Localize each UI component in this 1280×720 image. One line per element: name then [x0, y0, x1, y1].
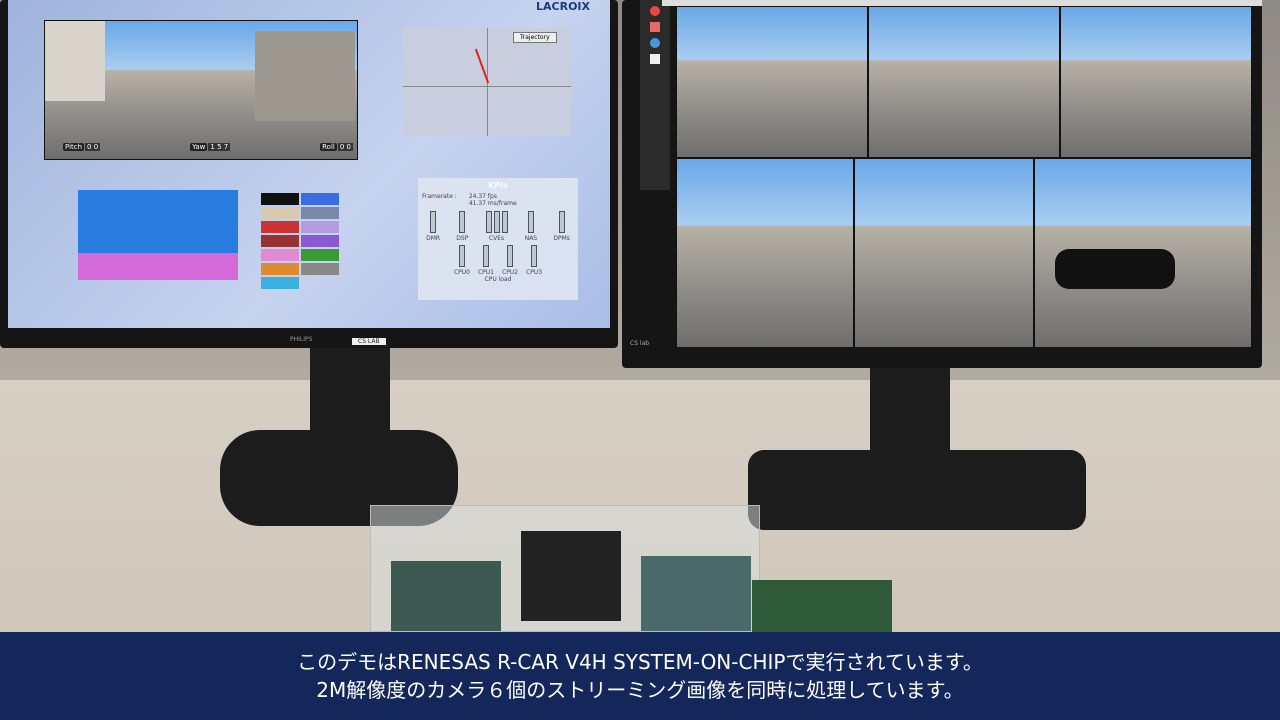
kpi-title: KPIs — [488, 181, 508, 190]
subtitle-line-1: このデモはRENESAS R-CAR V4H SYSTEM-ON-CHIPで実行… — [297, 650, 983, 674]
camera-grid — [676, 6, 1252, 348]
cpu-meter: CPU1 — [478, 245, 494, 276]
cpu-load-label: CPU load — [484, 276, 512, 283]
camera-view — [854, 158, 1034, 348]
segmentation-legend — [260, 192, 340, 290]
yaw-readout: Yaw 1 5 7 — [190, 143, 231, 151]
unit-meter: DSP — [456, 211, 468, 242]
fps-value: 24.37 fps — [468, 193, 497, 200]
right-monitor-base — [748, 450, 1086, 530]
right-monitor-sticker: CS lab — [630, 340, 650, 347]
framerate-label: Framerate : — [422, 193, 457, 200]
camera-view — [868, 6, 1060, 158]
kpi-panel: KPIs Framerate : 24.37 fps 41.37 ms/frame… — [418, 178, 578, 300]
unit-meter: DMR — [426, 211, 440, 242]
left-monitor: LACROIX Pitch 0 0 Yaw 1 5 7 Roll 0 0 Trajec… — [0, 0, 618, 348]
unit-meter: CVEs — [485, 211, 509, 242]
acrylic-case — [370, 505, 760, 632]
subtitle-bar: このデモはRENESAS R-CAR V4H SYSTEM-ON-CHIPで実行… — [0, 632, 1280, 720]
app-dock — [640, 0, 670, 190]
camera-view — [1034, 158, 1252, 348]
left-monitor-sticker: CS LAB — [352, 338, 386, 345]
cooling-fan — [521, 531, 621, 621]
left-monitor-brand: PHILIPS — [290, 336, 313, 343]
camera-view — [676, 6, 868, 158]
ms-value: 41.37 ms/frame — [468, 200, 517, 207]
cpu-meter: CPU0 — [454, 245, 470, 276]
pitch-readout: Pitch 0 0 — [63, 143, 101, 151]
trajectory-plot — [403, 28, 571, 136]
cpu-meter: CPU2 — [502, 245, 518, 276]
unit-meter: DPMs — [553, 211, 570, 242]
brand-logo: LACROIX — [536, 0, 590, 13]
trajectory-button[interactable]: Trajectory — [513, 32, 557, 43]
unit-meter: NAS — [525, 211, 537, 242]
camera-view — [1060, 6, 1252, 158]
expansion-board — [752, 580, 892, 632]
left-screen: LACROIX Pitch 0 0 Yaw 1 5 7 Roll 0 0 Trajec… — [8, 0, 610, 328]
subtitle-line-2: 2M解像度のカメラ６個のストリーミング画像を同時に処理しています。 — [316, 678, 964, 702]
cpu-meter: CPU3 — [526, 245, 542, 276]
right-monitor: CS lab — [622, 0, 1262, 368]
front-camera-view: Pitch 0 0 Yaw 1 5 7 Roll 0 0 — [44, 20, 358, 160]
roll-readout: Roll 0 0 — [320, 143, 353, 151]
camera-view — [676, 158, 854, 348]
segmentation-view — [78, 190, 238, 280]
